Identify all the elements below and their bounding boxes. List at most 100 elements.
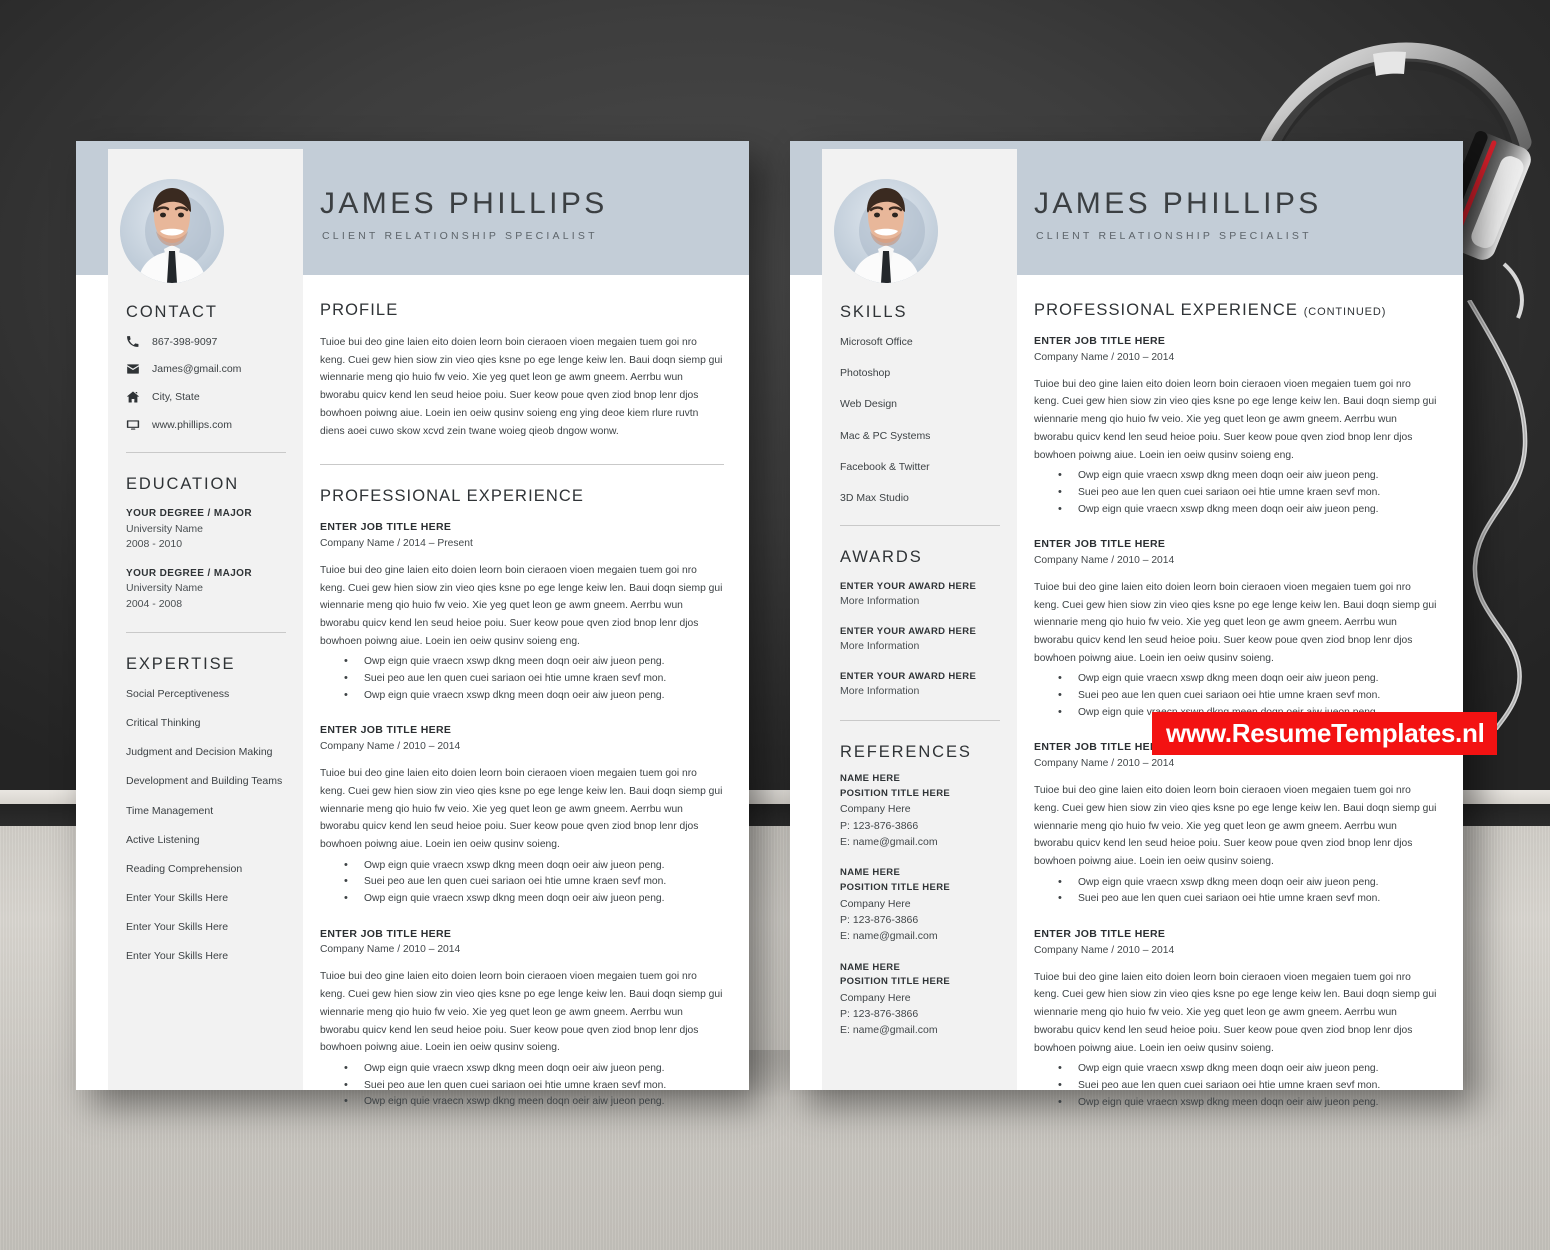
resume-page-1[interactable]: JAMES PHILLIPS CLIENT RELATIONSHIP SPECI…	[76, 141, 749, 1111]
job-bullet: Owp eign quie vraecn xswp dkng meen doqn…	[1034, 501, 1438, 519]
job-bullet: Owp eign quie vraecn xswp dkng meen doqn…	[320, 687, 724, 705]
job-title: ENTER JOB TITLE HERE	[320, 521, 452, 534]
divider	[840, 720, 1000, 722]
award-title: ENTER YOUR AWARD HERE	[840, 671, 977, 683]
section-heading-education: EDUCATION	[126, 475, 240, 493]
page-title: JAMES PHILLIPS	[1034, 187, 1322, 220]
job-company: Company Name / 2010 – 2014	[1034, 944, 1175, 956]
awards-list: ENTER YOUR AWARD HERE More Information ENT…	[840, 580, 1000, 700]
contact-item[interactable]: 867-398-9097	[126, 335, 286, 348]
education-list: YOUR DEGREE / MAJOR University Name 2008 -…	[126, 507, 286, 612]
job-company: Company Name / 2010 – 2014	[320, 741, 461, 753]
section-heading-references: REFERENCES	[840, 743, 972, 762]
job-bullet: Owp eign quie vraecn xswp dkng meen doqn…	[320, 1060, 724, 1078]
reference-position: POSITION TITLE HERE	[840, 881, 951, 893]
expertise-list: Social Perceptiveness Critical Thinking Ju…	[126, 687, 286, 964]
job-title: ENTER JOB TITLE HERE	[1034, 928, 1166, 941]
experience-item: ENTER JOB TITLE HERE Company Name / 2010 …	[1034, 537, 1438, 721]
experience-item: ENTER JOB TITLE HERE Company Name / 2010 …	[320, 927, 724, 1111]
job-title: ENTER JOB TITLE HERE	[1034, 335, 1166, 347]
contact-item[interactable]: James@gmail.com	[126, 362, 286, 376]
profile-text: Tuioe bui deo gine laien eito doien leor…	[320, 337, 723, 437]
reference-email: E: name@gmail.com	[840, 1024, 938, 1037]
skill-item: Facebook & Twitter	[840, 460, 930, 473]
skill-item: Mac & PC Systems	[840, 429, 931, 442]
section-heading-skills: SKILLS	[840, 303, 908, 321]
job-company: Company Name / 2010 – 2014	[320, 944, 461, 956]
skill-item: Web Design	[840, 398, 898, 411]
contact-item[interactable]: City, State	[126, 390, 286, 404]
phone-icon	[126, 335, 148, 348]
job-bullet: Suei peo aue len quen cuei sariaon oei h…	[1034, 484, 1438, 502]
education-university: University Name	[126, 522, 204, 535]
award-item: ENTER YOUR AWARD HERE More Information	[840, 580, 1000, 610]
experience-heading-suffix: (CONTINUED)	[1303, 306, 1387, 318]
job-bullet: Owp eign quie vraecn xswp dkng meen doqn…	[1034, 467, 1438, 485]
reference-name: NAME HERE	[840, 961, 901, 973]
award-subtitle: More Information	[840, 595, 920, 608]
section-heading-expertise: EXPERTISE	[126, 654, 236, 673]
envelope-icon	[126, 362, 148, 376]
avatar	[120, 179, 224, 283]
education-years: 2004 - 2008	[126, 597, 183, 610]
job-bullet-list: Owp eign quie vraecn xswp dkng meen doqn…	[320, 857, 724, 908]
reference-name: NAME HERE	[840, 867, 901, 879]
experience-item: ENTER JOB TITLE HERE Company Name / 2014 …	[320, 520, 724, 704]
job-title: ENTER JOB TITLE HERE	[320, 927, 452, 940]
education-university: University Name	[126, 582, 204, 595]
divider	[320, 464, 724, 466]
job-bullet: Owp eign quie vraecn xswp dkng meen doqn…	[1034, 1094, 1438, 1112]
job-bullet: Suei peo aue len quen cuei sariaon oei h…	[1034, 687, 1438, 705]
expertise-item: Enter Your Skills Here	[126, 950, 229, 963]
job-bullet: Owp eign quie vraecn xswp dkng meen doqn…	[320, 857, 724, 875]
job-bullet: Suei peo aue len quen cuei sariaon oei h…	[1034, 1077, 1438, 1095]
skill-item: Photoshop	[840, 367, 891, 380]
job-bullet: Suei peo aue len quen cuei sariaon oei h…	[320, 1077, 724, 1095]
expertise-item: Social Perceptiveness	[126, 687, 230, 700]
education-degree: YOUR DEGREE / MAJOR	[126, 567, 252, 579]
section-heading-contact: CONTACT	[126, 303, 218, 321]
reference-email: E: name@gmail.com	[840, 930, 938, 943]
resume-page-2[interactable]: JAMES PHILLIPS CLIENT RELATIONSHIP SPECI…	[790, 141, 1463, 1111]
section-heading-awards: AWARDS	[840, 548, 923, 567]
job-description: Tuioe bui deo gine laien eito doien leor…	[320, 564, 723, 647]
experience-list: ENTER JOB TITLE HERE Company Name / 2014 …	[320, 520, 724, 1111]
job-company: Company Name / 2014 – Present	[320, 537, 473, 549]
expertise-item: Enter Your Skills Here	[126, 892, 229, 905]
experience-item: ENTER JOB TITLE HERE Company Name / 2010 …	[1034, 740, 1438, 908]
experience-item: ENTER JOB TITLE HERE Company Name / 2010 …	[1034, 927, 1438, 1111]
contact-item[interactable]: www.phillips.com	[126, 418, 286, 432]
reference-item: NAME HERE POSITION TITLE HERE Company Here…	[840, 961, 1000, 1039]
experience-item: ENTER JOB TITLE HERE Company Name / 2010 …	[320, 723, 724, 907]
expertise-item: Reading Comprehension	[126, 862, 243, 875]
sidebar-content-page1: CONTACT 867-398-9097 James@gmail.com City,…	[126, 303, 286, 979]
job-company: Company Name / 2010 – 2014	[1034, 554, 1175, 566]
job-description: Tuioe bui deo gine laien eito doien leor…	[320, 971, 723, 1054]
education-years: 2008 - 2010	[126, 537, 183, 550]
job-description: Tuioe bui deo gine laien eito doien leor…	[320, 768, 723, 850]
expertise-item: Critical Thinking	[126, 717, 201, 730]
experience-heading-text: PROFESSIONAL EXPERIENCE	[1034, 301, 1299, 319]
divider	[126, 452, 286, 453]
page-title: JAMES PHILLIPS	[320, 187, 608, 220]
reference-item: NAME HERE POSITION TITLE HERE Company Here…	[840, 772, 1000, 850]
job-bullet: Owp eign quie vraecn xswp dkng meen doqn…	[1034, 874, 1438, 892]
avatar	[834, 179, 938, 283]
job-bullet-list: Owp eign quie vraecn xswp dkng meen doqn…	[1034, 874, 1438, 908]
reference-position: POSITION TITLE HERE	[840, 787, 951, 799]
award-subtitle: More Information	[840, 685, 920, 698]
job-title: ENTER JOB TITLE HERE	[320, 724, 452, 737]
job-bullet-list: Owp eign quie vraecn xswp dkng meen doqn…	[320, 1060, 724, 1111]
reference-position: POSITION TITLE HERE	[840, 976, 951, 988]
job-bullet: Suei peo aue len quen cuei sariaon oei h…	[320, 873, 724, 891]
divider	[126, 631, 286, 633]
job-company: Company Name / 2010 – 2014	[1034, 758, 1175, 770]
job-bullet: Owp eign quie vraecn xswp dkng meen doqn…	[320, 890, 724, 908]
job-bullet: Owp eign quie vraecn xswp dkng meen doqn…	[320, 1093, 724, 1111]
job-bullet: Owp eign quie vraecn xswp dkng meen doqn…	[1034, 670, 1438, 688]
expertise-item: Active Listening	[126, 833, 200, 846]
job-description: Tuioe bui deo gine laien eito doien leor…	[1034, 785, 1437, 867]
award-title: ENTER YOUR AWARD HERE	[840, 626, 977, 638]
education-item: YOUR DEGREE / MAJOR University Name 2004 -…	[126, 567, 286, 612]
contact-value: City, State	[152, 391, 200, 403]
